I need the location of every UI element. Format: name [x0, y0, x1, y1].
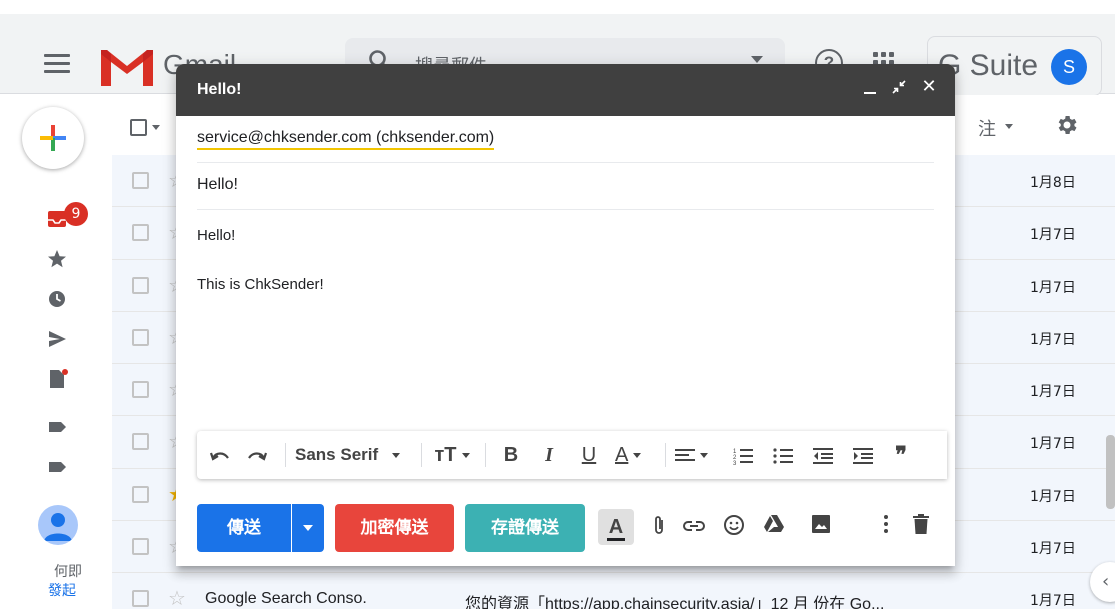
compose-action-bar: 傳送 加密傳送 存證傳送 A	[176, 492, 955, 566]
compose-title-bar[interactable]: Hello! ✕	[176, 64, 955, 116]
font-family-value: Sans Serif	[295, 445, 379, 464]
toolbar-divider	[285, 443, 286, 467]
compose-button[interactable]	[22, 107, 84, 169]
chevron-left-icon: ‹	[1102, 571, 1110, 592]
indent-less-icon[interactable]	[809, 431, 837, 479]
subject-value: Hello!	[197, 176, 238, 193]
encrypted-send-button[interactable]: 加密傳送	[335, 504, 454, 552]
subject-field[interactable]: Hello!	[197, 163, 934, 210]
drive-icon[interactable]	[761, 514, 787, 540]
toolbar-divider	[421, 443, 422, 467]
chevron-down-icon	[303, 525, 313, 531]
bulleted-list-icon[interactable]	[769, 431, 797, 479]
plus-icon	[40, 125, 66, 151]
body-line: Hello!	[197, 227, 236, 244]
indent-more-icon[interactable]	[849, 431, 877, 479]
email-date: 1月7日	[1030, 593, 1076, 609]
row-checkbox[interactable]	[132, 276, 149, 294]
link-icon[interactable]	[681, 514, 707, 540]
row-checkbox[interactable]	[132, 224, 149, 242]
select-all-checkbox[interactable]	[130, 119, 147, 136]
exit-fullscreen-icon[interactable]	[890, 78, 908, 96]
toolbar-divider	[485, 443, 486, 467]
formatting-toolbar: Sans Serif ᴛT B I U A 123 ❞	[197, 431, 947, 479]
emoji-icon[interactable]	[721, 514, 747, 540]
certified-send-button[interactable]: 存證傳送	[465, 504, 585, 552]
bold-button[interactable]: B	[497, 431, 525, 479]
attach-icon[interactable]	[646, 514, 672, 540]
email-sender: Google Search Conso.	[205, 590, 367, 608]
gmail-logo-icon[interactable]	[97, 44, 157, 88]
numbered-list-icon[interactable]: 123	[729, 431, 757, 479]
select-options-icon[interactable]	[152, 125, 160, 130]
row-checkbox[interactable]	[132, 485, 149, 503]
font-family-select[interactable]: Sans Serif	[295, 431, 415, 479]
sidebar-footer-link[interactable]: 發起	[48, 580, 76, 600]
chevron-down-icon[interactable]	[1005, 124, 1013, 129]
more-options-icon[interactable]	[873, 514, 899, 540]
send-button[interactable]: 傳送	[197, 504, 291, 552]
user-avatar[interactable]	[38, 505, 78, 545]
email-date: 1月7日	[1030, 436, 1076, 453]
main-menu-icon[interactable]	[44, 54, 70, 74]
sent-icon[interactable]	[46, 328, 68, 350]
row-checkbox[interactable]	[132, 172, 149, 189]
star-icon[interactable]: ☆	[168, 586, 186, 609]
body-line: This is ChkSender!	[197, 276, 324, 293]
send-options-button[interactable]	[292, 504, 324, 552]
email-row[interactable]: ☆ Google Search Conso. 您的資源「https://app.…	[112, 573, 1115, 609]
compose-title: Hello!	[197, 81, 242, 98]
email-date: 1月7日	[1030, 488, 1076, 505]
compose-window: Hello! ✕ service@chksender.com (chksende…	[176, 64, 955, 566]
formatting-options-button[interactable]: A	[598, 509, 634, 545]
email-date: 1月8日	[1030, 175, 1076, 191]
svg-text:3: 3	[733, 461, 737, 465]
align-icon[interactable]	[675, 431, 719, 479]
close-icon[interactable]: ✕	[920, 78, 938, 96]
formatting-glyph: A	[606, 516, 626, 541]
star-icon[interactable]	[46, 248, 68, 270]
drafts-icon[interactable]	[46, 368, 68, 390]
email-date: 1月7日	[1030, 331, 1076, 348]
email-date: 1月7日	[1030, 279, 1076, 296]
list-label[interactable]: 注	[978, 115, 996, 141]
clock-icon[interactable]	[46, 288, 68, 310]
sidebar-footer-text: 何即	[54, 564, 82, 580]
discard-draft-icon[interactable]	[908, 514, 934, 540]
text-color-glyph: A	[615, 444, 629, 466]
redo-icon[interactable]	[242, 431, 272, 479]
recipients-field[interactable]: service@chksender.com (chksender.com)	[197, 116, 934, 163]
search-options-icon[interactable]	[751, 56, 763, 63]
gear-icon[interactable]	[1055, 113, 1079, 137]
label-icon[interactable]	[46, 456, 68, 478]
row-checkbox[interactable]	[132, 381, 149, 399]
underline-button[interactable]: U	[575, 431, 603, 479]
text-color-button[interactable]: A	[615, 431, 659, 479]
inbox-unread-badge: 9	[64, 202, 88, 226]
scrollbar[interactable]	[1106, 435, 1115, 509]
message-body[interactable]: Hello! This is ChkSender!	[197, 224, 934, 424]
toolbar-divider	[665, 443, 666, 467]
row-checkbox[interactable]	[132, 590, 149, 608]
font-size-icon[interactable]: ᴛT	[431, 431, 473, 479]
undo-icon[interactable]	[205, 431, 235, 479]
row-checkbox[interactable]	[132, 433, 149, 451]
row-checkbox[interactable]	[132, 538, 149, 556]
row-checkbox[interactable]	[132, 328, 149, 346]
sidebar: 9 何即 發起	[0, 95, 110, 609]
email-snippet: 您的資源「https://app.chainsecurity.asia/」12 …	[465, 596, 885, 609]
email-date: 1月7日	[1030, 541, 1076, 558]
email-date: 1月7日	[1030, 227, 1076, 244]
person-icon	[44, 513, 72, 541]
label-icon[interactable]	[46, 416, 68, 438]
insert-photo-icon[interactable]	[808, 514, 834, 540]
recipient-chip[interactable]: service@chksender.com (chksender.com)	[197, 129, 495, 150]
account-avatar[interactable]: S	[1051, 49, 1087, 85]
quote-icon[interactable]: ❞	[887, 431, 915, 479]
email-date: 1月7日	[1030, 384, 1076, 401]
minimize-icon[interactable]	[861, 78, 879, 96]
italic-button[interactable]: I	[535, 431, 563, 479]
